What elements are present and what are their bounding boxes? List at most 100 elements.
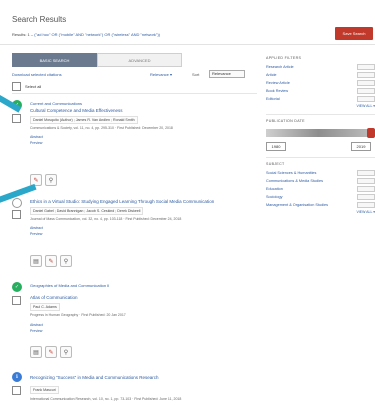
article-title-link[interactable]: Recognizing "Success" in Media and Commu… — [30, 375, 159, 380]
tab-basic-search[interactable]: BASIC SEARCH — [12, 53, 97, 67]
cite-icon[interactable]: ⚲ — [60, 346, 72, 358]
result-checkbox[interactable] — [12, 114, 21, 123]
results-summary: Results: 1 – ("ad hoc" OR ("mobile" AND … — [12, 32, 160, 37]
select-all: Select all — [12, 82, 41, 91]
section-label: Current and Communications — [30, 101, 83, 106]
item-actions: ▤ ✎ ⚲ — [30, 346, 72, 358]
filter-count — [357, 96, 375, 102]
page-title: Search Results — [12, 15, 67, 24]
article-title-link[interactable]: Atlas of Communication — [30, 295, 78, 300]
html-icon[interactable]: ▤ — [30, 255, 42, 267]
filter-sidebar: APPLIED FILTERS Research Article Article… — [266, 56, 375, 214]
item-links: Abstract Preview — [30, 322, 43, 334]
subject-label[interactable]: Sociology — [266, 195, 282, 199]
item-links: Abstract Preview — [30, 225, 43, 237]
relevance-link[interactable]: Relevance ▾ — [150, 72, 172, 77]
html-icon[interactable]: ▤ — [30, 346, 42, 358]
year-to-input[interactable]: 2019 — [351, 142, 371, 151]
filter-count — [357, 88, 375, 94]
subject-heading: SUBJECT — [266, 162, 285, 166]
applied-filters-heading: APPLIED FILTERS — [266, 56, 302, 60]
result-checkbox[interactable] — [12, 210, 21, 219]
filter-label[interactable]: Review Article — [266, 81, 290, 85]
download-citations-link[interactable]: Download selected citations — [12, 72, 62, 77]
filter-label[interactable]: Research Article — [266, 65, 294, 69]
filter-count — [357, 72, 375, 78]
select-all-label: Select all — [25, 84, 42, 89]
access-badge-icon — [12, 198, 22, 208]
date-range-slider[interactable] — [266, 128, 375, 138]
filter-label[interactable]: Article — [266, 73, 277, 77]
article-title-link[interactable]: Ethics in a Virtual Studio: Studying Eng… — [30, 199, 214, 204]
subject-count — [357, 194, 375, 200]
subject-row[interactable]: Communications & Media Studies — [266, 177, 375, 185]
search-tabs: BASIC SEARCH ADVANCED — [12, 53, 182, 67]
authors-list: Daniel Mosquito (Author) ; James R. Van … — [30, 116, 138, 124]
cite-icon[interactable]: ⚲ — [45, 174, 57, 186]
slider-handle[interactable] — [367, 128, 375, 138]
subject-row[interactable]: Sociology — [266, 193, 375, 201]
select-all-checkbox[interactable] — [12, 82, 21, 91]
subject-label[interactable]: Social Sciences & Humanities — [266, 171, 316, 175]
subject-row[interactable]: Education — [266, 185, 375, 193]
section-label: Geographies of Media and Communication I… — [30, 283, 110, 288]
subject-row[interactable]: Social Sciences & Humanities — [266, 169, 375, 177]
subject-count — [357, 202, 375, 208]
results-count-label: Results: 1 – — [12, 32, 35, 37]
access-badge-icon: ℹ — [12, 372, 22, 382]
view-all-link[interactable]: VIEW ALL ▾ — [266, 104, 375, 108]
pdf-icon[interactable]: ✎ — [45, 346, 57, 358]
authors-list: Frank Mascuri — [30, 386, 59, 394]
sidebar-divider — [266, 114, 375, 115]
result-item: ℹ Recognizing "Success" in Media and Com… — [12, 372, 257, 405]
filter-label[interactable]: Book Review — [266, 89, 288, 93]
subject-row[interactable]: Management & Organisation Studies — [266, 201, 375, 209]
sort-select[interactable]: Relevance — [209, 70, 245, 78]
authors-list: Paul C. Adams — [30, 303, 60, 311]
results-toolbar: Download selected citations Relevance ▾ … — [12, 70, 257, 79]
filter-count — [357, 80, 375, 86]
filter-row[interactable]: Editorial — [266, 95, 375, 103]
year-from-input[interactable]: 1980 — [266, 142, 286, 151]
filter-label[interactable]: Editorial — [266, 97, 280, 101]
journal-info: Journal of Mass Communication, vol. 32, … — [30, 217, 182, 221]
tab-advanced[interactable]: ADVANCED — [97, 53, 182, 67]
sort-label: Sort — [192, 72, 200, 77]
preview-link[interactable]: Preview — [30, 231, 43, 237]
view-all-link[interactable]: VIEW ALL ▾ — [266, 210, 375, 214]
result-item: Ethics in a Virtual Studio: Studying Eng… — [12, 198, 257, 270]
filter-row[interactable]: Book Review — [266, 87, 375, 95]
result-item: ✓ Current and Communications Cultural Co… — [12, 100, 257, 192]
preview-link[interactable]: Preview — [30, 140, 43, 146]
header-divider — [0, 44, 375, 45]
journal-info: Progress in Human Geography · First Publ… — [30, 313, 126, 317]
article-title-link[interactable]: Cultural Competence and Media Effectiven… — [30, 108, 122, 113]
sidebar-divider — [266, 157, 375, 158]
filter-row[interactable]: Article — [266, 71, 375, 79]
result-item: ✓ Geographies of Media and Communication… — [12, 282, 257, 362]
result-checkbox[interactable] — [12, 296, 21, 305]
subject-count — [357, 186, 375, 192]
access-badge-icon: ✓ — [12, 282, 22, 292]
journal-info: International Communication Research, vo… — [30, 397, 182, 401]
filter-row[interactable]: Review Article — [266, 79, 375, 87]
list-divider — [12, 93, 257, 94]
filter-row[interactable]: Research Article — [266, 63, 375, 71]
item-actions: ▤ ✎ ⚲ — [30, 255, 72, 267]
results-query: ("ad hoc" OR ("mobile" AND "network") OR… — [34, 32, 161, 37]
year-inputs: 1980 2019 — [266, 142, 371, 151]
subject-label[interactable]: Education — [266, 187, 283, 191]
pdf-icon[interactable]: ✎ — [45, 255, 57, 267]
authors-list: Daniel Gabel ; David Brannigan ; Jacob S… — [30, 207, 144, 215]
publication-date-heading: PUBLICATION DATE — [266, 119, 305, 123]
save-search-button[interactable]: Save Search — [335, 27, 373, 40]
subject-count — [357, 178, 375, 184]
subject-count — [357, 170, 375, 176]
item-links: Abstract Preview — [30, 134, 43, 146]
journal-info: Communications & Society, vol. 11, no. 4… — [30, 126, 173, 130]
subject-label[interactable]: Communications & Media Studies — [266, 179, 323, 183]
subject-label[interactable]: Management & Organisation Studies — [266, 203, 328, 207]
preview-link[interactable]: Preview — [30, 328, 43, 334]
result-checkbox[interactable] — [12, 386, 21, 395]
cite-icon[interactable]: ⚲ — [60, 255, 72, 267]
